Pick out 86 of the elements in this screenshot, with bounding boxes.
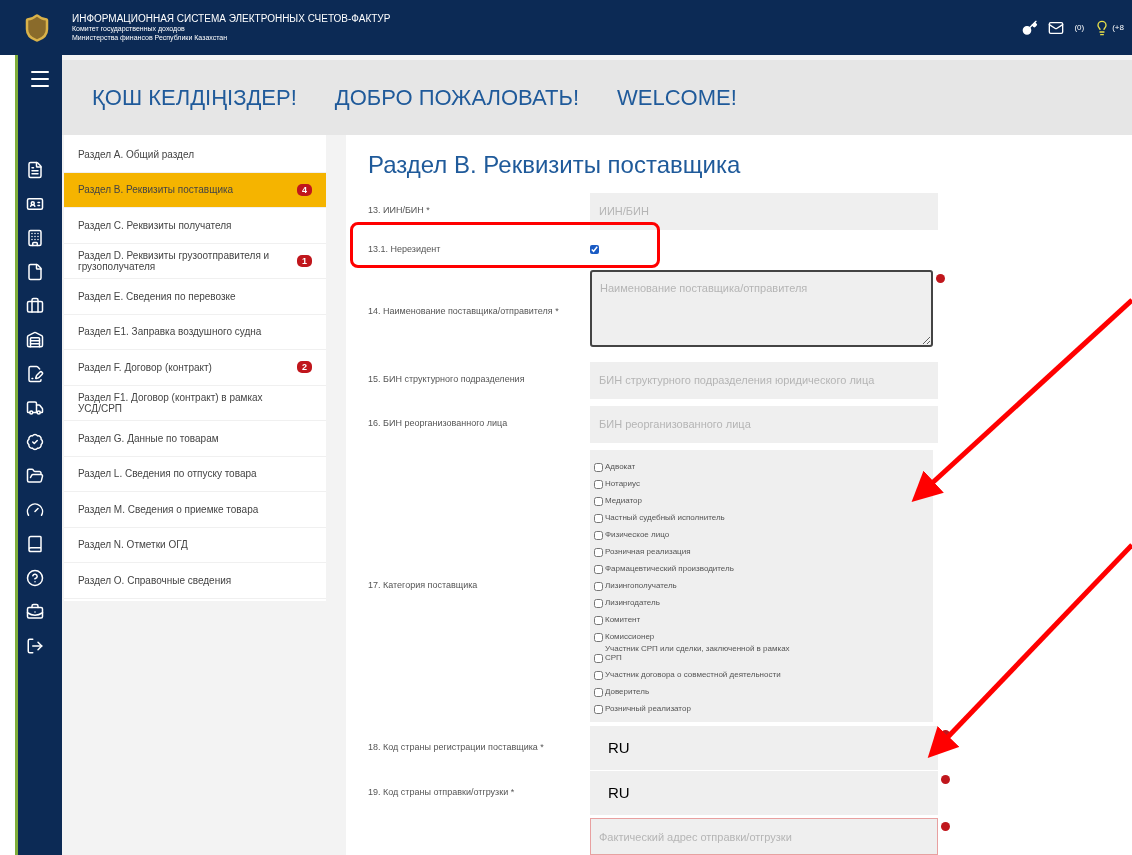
section-item[interactable]: Раздел B. Реквизиты поставщика 4 (64, 172, 326, 208)
checkbox[interactable] (594, 514, 603, 523)
file-icon[interactable] (26, 263, 44, 281)
option-label: Частный судебный исполнитель (605, 514, 725, 523)
section-item[interactable]: Раздел M. Сведения о приемке товара (64, 492, 326, 528)
field-label: 16. БИН реорганизованного лица (368, 417, 509, 431)
field-label: 17. Категория поставщика (368, 579, 479, 593)
count-badge: 4 (297, 183, 312, 196)
welcome-text: ҚОШ КЕЛДІҢІЗДЕР! (92, 84, 297, 112)
option-label: Фармацевтический производитель (605, 565, 734, 574)
field-label: 18. Код страны регистрации поставщика * (368, 741, 545, 755)
mail-icon[interactable] (1048, 19, 1065, 36)
option-label: Медиатор (605, 497, 642, 506)
checkbox[interactable] (594, 616, 603, 625)
notification-count: (+8 (1112, 21, 1124, 34)
field-label: 19. Код страны отправки/отгрузки * (368, 785, 516, 799)
checkbox[interactable] (594, 548, 603, 557)
count-badge: 2 (297, 361, 312, 374)
field-label: 15. БИН структурного подразделения (368, 373, 526, 387)
section-item[interactable]: Раздел F1. Договор (контракт) в рамках УСД/СРП (64, 385, 326, 421)
field-label: 14. Наименование поставщика/отправителя * (368, 305, 560, 319)
option-label: Комиссионер (605, 633, 655, 642)
checkbox[interactable] (594, 565, 603, 574)
badge-icon[interactable] (26, 433, 44, 451)
section-item[interactable]: Раздел O. Справочные сведения (64, 563, 326, 599)
book-icon[interactable] (26, 535, 44, 553)
section-item[interactable]: Раздел N. Отметки ОГД (64, 527, 326, 563)
section-item[interactable]: Раздел F. Договор (контракт) 2 (64, 350, 326, 386)
system-title: ИНФОРМАЦИОННАЯ СИСТЕМА ЭЛЕКТРОННЫХ СЧЕТОВ-ФАКТУР (72, 13, 391, 26)
building-icon[interactable] (26, 229, 44, 247)
checkbox[interactable] (594, 599, 603, 608)
field-label: 13.1. Нерезидент (368, 242, 442, 256)
checkbox[interactable] (594, 582, 603, 591)
option-label: Комитент (605, 616, 641, 625)
option-label: Участник договора о совместной деятельности (605, 670, 781, 680)
logout-icon[interactable] (26, 637, 44, 655)
section-item[interactable]: Раздел A. Общий раздел (64, 137, 326, 173)
option-label: Нотариус (605, 480, 640, 489)
truck-icon[interactable] (26, 399, 44, 417)
section-item[interactable]: Раздел L. Сведения по отпуску товара (64, 456, 326, 492)
checkbox[interactable] (594, 653, 603, 663)
welcome-text: WELCOME! (617, 84, 737, 112)
option-label: Физическое лицо (605, 531, 670, 540)
folder-icon[interactable] (26, 467, 44, 485)
option-label: Лизингополучатель (605, 582, 677, 591)
briefcase-icon[interactable] (26, 297, 44, 315)
mail-count: (0) (1074, 21, 1085, 34)
id-card-icon[interactable] (26, 195, 44, 213)
checkbox[interactable] (594, 670, 603, 680)
option-label: Лизингодатель (605, 599, 660, 608)
checkbox[interactable] (594, 633, 603, 642)
checkbox[interactable] (594, 531, 603, 540)
section-item[interactable]: Раздел E. Сведения по перевозке (64, 279, 326, 315)
key-icon[interactable] (1022, 19, 1039, 36)
count-badge: 1 (297, 254, 312, 267)
gauge-icon[interactable] (26, 501, 44, 519)
text-field[interactable]: RU (590, 770, 938, 815)
section-item[interactable]: Раздел D. Реквизиты грузоотправителя и грузополучателя 1 (64, 243, 326, 279)
checkbox[interactable] (594, 480, 603, 489)
checkbox[interactable] (590, 245, 599, 254)
text-field[interactable]: RU (590, 725, 938, 770)
option-label: Розничный реализатор (605, 704, 691, 714)
text-area[interactable]: Наименование поставщика/отправителя (590, 270, 933, 347)
option-label: Розничная реализация (605, 548, 691, 557)
option-label: Участник СРП или сделки, заключенной в рамках СРП (605, 645, 791, 663)
signature-icon[interactable] (26, 365, 44, 383)
briefcase-icon[interactable] (26, 603, 44, 621)
welcome-text: ДОБРО ПОЖАЛОВАТЬ! (334, 84, 579, 112)
text-field[interactable]: ИИН/БИН (590, 192, 938, 230)
help-icon[interactable] (26, 569, 44, 587)
section-item[interactable]: Раздел E1. Заправка воздушного судна (64, 314, 326, 350)
option-label: Доверитель (605, 687, 650, 697)
section-item[interactable]: Раздел G. Данные по товарам (64, 421, 326, 457)
text-field[interactable]: БИН реорганизованного лица (590, 405, 938, 443)
checkbox[interactable] (594, 463, 603, 472)
document-icon[interactable] (26, 161, 44, 179)
option-label: Адвокат (605, 463, 636, 472)
section-title: Раздел B. Реквизиты поставщика (368, 150, 742, 180)
text-field[interactable]: БИН структурного подразделения юридического лица (590, 361, 938, 399)
checkbox[interactable] (594, 687, 603, 697)
field-label: 13. ИИН/БИН * (368, 204, 431, 218)
section-item[interactable]: Раздел C. Реквизиты получателя (64, 208, 326, 244)
warehouse-icon[interactable] (26, 331, 44, 349)
checkbox[interactable] (594, 497, 603, 506)
text-field[interactable]: Фактический адрес отправки/отгрузки (590, 818, 938, 855)
checkbox[interactable] (594, 704, 603, 714)
